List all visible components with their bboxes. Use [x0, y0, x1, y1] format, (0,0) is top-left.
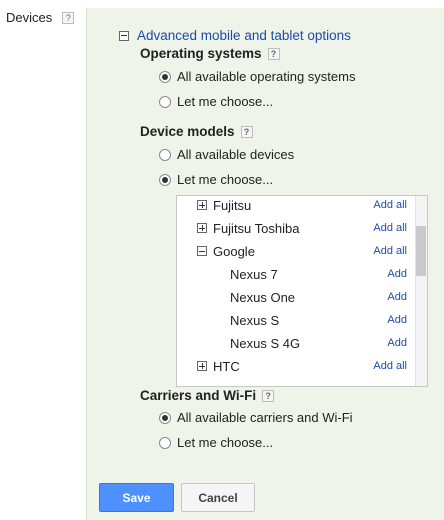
radio-button[interactable]: [159, 70, 171, 83]
list-item-nexus-one[interactable]: Nexus One Add: [230, 286, 413, 308]
radio-button[interactable]: [159, 436, 171, 449]
models-help-icon[interactable]: ?: [240, 125, 253, 138]
models-title-text: Device models: [140, 124, 235, 139]
add-all-link[interactable]: Add all: [373, 360, 413, 372]
radio-button[interactable]: [159, 148, 171, 161]
list-item-nexus-7[interactable]: Nexus 7 Add: [230, 263, 413, 285]
os-option-all[interactable]: All available operating systems: [159, 69, 355, 84]
expand-icon[interactable]: [197, 361, 207, 371]
collapse-icon[interactable]: [197, 246, 207, 256]
carriers-help-icon[interactable]: ?: [262, 389, 275, 402]
save-button[interactable]: Save: [99, 483, 174, 512]
cancel-button[interactable]: Cancel: [181, 483, 255, 512]
models-option-all-label[interactable]: All available devices: [177, 147, 294, 162]
list-item-name: Nexus 7: [230, 266, 278, 282]
list-item-name: Nexus S: [230, 312, 280, 328]
carriers-option-choose[interactable]: Let me choose...: [159, 435, 273, 450]
models-option-all[interactable]: All available devices: [159, 147, 294, 162]
expand-icon[interactable]: [197, 200, 207, 210]
os-help-icon[interactable]: ?: [267, 47, 280, 60]
add-link[interactable]: Add: [387, 337, 413, 349]
carriers-option-all[interactable]: All available carriers and Wi-Fi: [159, 410, 353, 425]
list-item-nexus-s[interactable]: Nexus S Add: [230, 309, 413, 331]
add-all-link[interactable]: Add all: [373, 245, 413, 257]
list-item-fujitsu[interactable]: Fujitsu Add all: [197, 196, 413, 216]
devices-label: Devices: [6, 10, 53, 25]
list-item-name: Nexus One: [230, 289, 296, 305]
radio-button[interactable]: [159, 95, 171, 108]
list-item-name: Nexus S 4G: [230, 335, 301, 351]
carriers-section-title: Carriers and Wi-Fi ?: [140, 388, 275, 403]
os-section-title: Operating systems ?: [140, 46, 280, 61]
scrollbar-thumb[interactable]: [416, 226, 426, 276]
os-option-choose[interactable]: Let me choose...: [159, 94, 273, 109]
os-option-all-label[interactable]: All available operating systems: [177, 69, 355, 84]
advanced-options-title[interactable]: Advanced mobile and tablet options: [137, 28, 351, 43]
add-link[interactable]: Add: [387, 291, 413, 303]
devices-help-icon[interactable]: ?: [62, 11, 75, 24]
models-option-choose[interactable]: Let me choose...: [159, 172, 273, 187]
list-item-name: Google: [213, 243, 255, 259]
add-all-link[interactable]: Add all: [373, 222, 413, 234]
carriers-option-all-label[interactable]: All available carriers and Wi-Fi: [177, 410, 353, 425]
device-model-list: Fujitsu Add all Fujitsu Toshiba Add all …: [176, 195, 428, 387]
radio-button[interactable]: [159, 173, 171, 186]
os-title-text: Operating systems: [140, 46, 262, 61]
advanced-options-toggle[interactable]: Advanced mobile and tablet options: [119, 28, 351, 43]
expand-icon[interactable]: [197, 223, 207, 233]
collapse-icon[interactable]: [119, 30, 129, 41]
list-item-name: Fujitsu: [213, 197, 252, 213]
carriers-option-choose-label[interactable]: Let me choose...: [177, 435, 273, 450]
os-option-choose-label[interactable]: Let me choose...: [177, 94, 273, 109]
models-section-title: Device models ?: [140, 124, 253, 139]
add-link[interactable]: Add: [387, 314, 413, 326]
list-item-htc[interactable]: HTC Add all: [197, 355, 413, 377]
list-item-name: Fujitsu Toshiba: [213, 220, 300, 236]
list-item-fujitsu-toshiba[interactable]: Fujitsu Toshiba Add all: [197, 217, 413, 239]
add-all-link[interactable]: Add all: [373, 199, 413, 211]
devices-label-group: Devices ?: [6, 10, 75, 25]
carriers-title-text: Carriers and Wi-Fi: [140, 388, 257, 403]
list-item-name: HTC: [213, 358, 240, 374]
list-item-google[interactable]: Google Add all: [197, 240, 413, 262]
scrollbar-track[interactable]: [415, 196, 427, 386]
radio-button[interactable]: [159, 411, 171, 424]
models-option-choose-label[interactable]: Let me choose...: [177, 172, 273, 187]
list-item-nexus-s-4g[interactable]: Nexus S 4G Add: [230, 332, 413, 354]
add-link[interactable]: Add: [387, 268, 413, 280]
devices-options-panel: Advanced mobile and tablet options Opera…: [86, 8, 444, 520]
